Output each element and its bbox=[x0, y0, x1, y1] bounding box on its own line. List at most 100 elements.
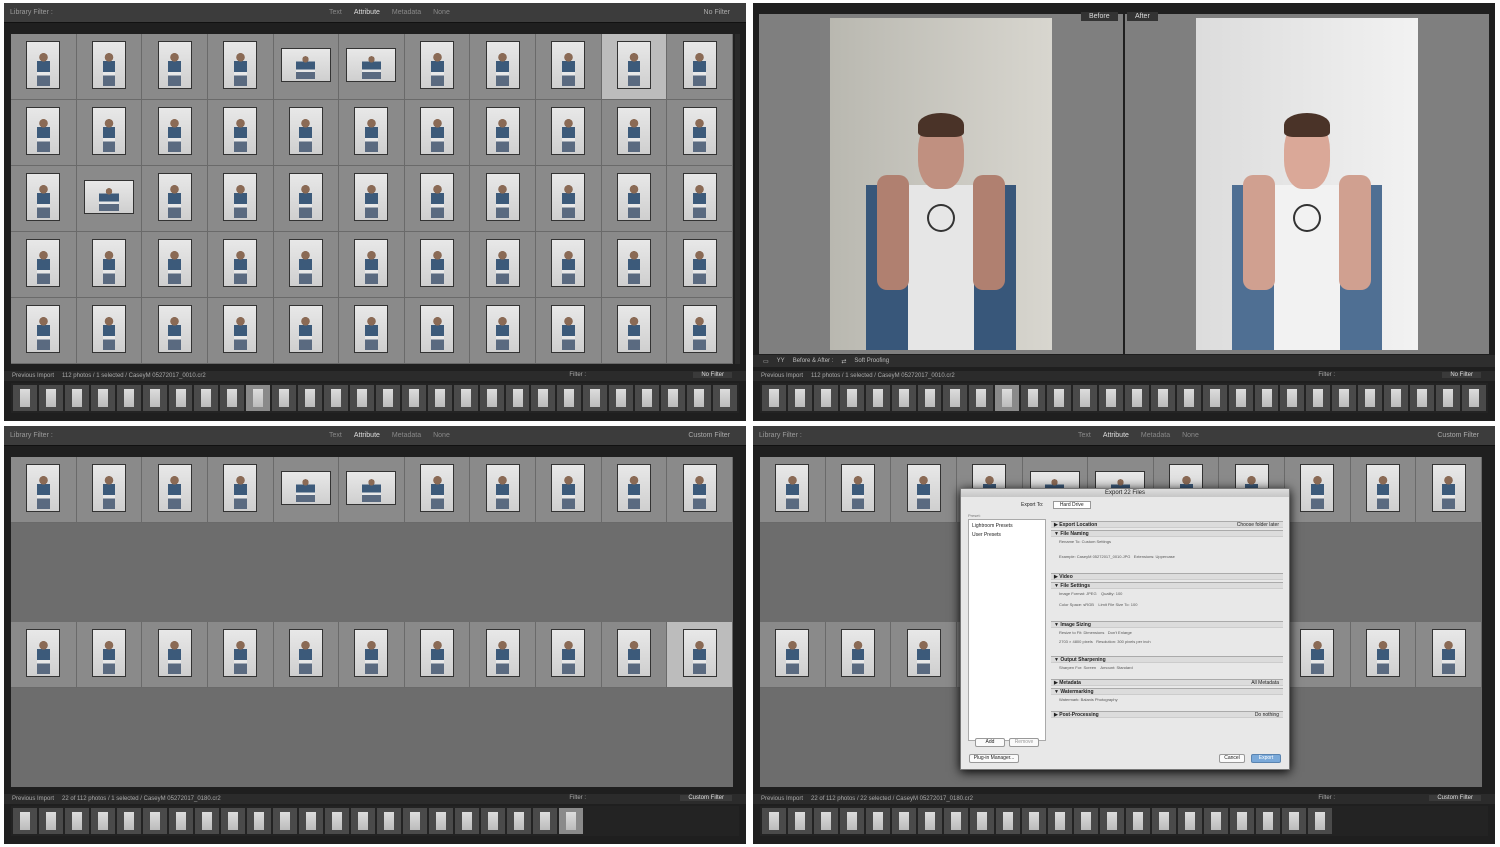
grid-cell[interactable] bbox=[1285, 457, 1351, 523]
section-post-processing[interactable]: ▶ Post-Processing Do nothing bbox=[1051, 711, 1283, 718]
filmstrip-thumbnail[interactable] bbox=[762, 808, 786, 834]
grid-cell[interactable] bbox=[825, 457, 892, 523]
grid-cell[interactable] bbox=[891, 457, 957, 523]
filmstrip-thumbnail[interactable] bbox=[1022, 808, 1046, 834]
filmstrip-thumbnail[interactable] bbox=[427, 385, 452, 411]
add-preset-button[interactable]: Add bbox=[975, 738, 1005, 747]
grid-cell[interactable] bbox=[76, 457, 143, 523]
grid-cell[interactable] bbox=[273, 298, 340, 364]
grid-cell[interactable] bbox=[536, 298, 602, 364]
remove-preset-button[interactable]: Remove bbox=[1009, 738, 1039, 747]
section-video[interactable]: ▶ Video bbox=[1051, 573, 1283, 580]
grid-cell[interactable] bbox=[601, 34, 668, 100]
grid-cell[interactable] bbox=[76, 298, 143, 364]
grid-cell[interactable] bbox=[667, 166, 733, 232]
resize-select[interactable]: Dimensions bbox=[1083, 630, 1104, 635]
color-space-select[interactable]: sRGB bbox=[1083, 602, 1094, 607]
filmstrip-thumbnail[interactable] bbox=[1202, 385, 1227, 411]
filmstrip-thumbnail[interactable] bbox=[969, 385, 994, 411]
filmstrip-thumbnail[interactable] bbox=[247, 808, 271, 834]
filmstrip-thumbnail[interactable] bbox=[813, 385, 838, 411]
filmstrip-thumbnail[interactable] bbox=[866, 808, 890, 834]
filmstrip-thumbnail[interactable] bbox=[533, 808, 557, 834]
tab-text[interactable]: Text bbox=[329, 9, 342, 16]
filter-select[interactable]: No Filter bbox=[693, 372, 732, 378]
grid-cell[interactable] bbox=[142, 100, 208, 166]
filmstrip-thumbnail[interactable] bbox=[840, 808, 864, 834]
filmstrip-thumbnail[interactable] bbox=[273, 808, 297, 834]
grid-cell[interactable] bbox=[1416, 622, 1482, 688]
filter-select[interactable]: No Filter bbox=[1442, 372, 1481, 378]
ba-mode-icon[interactable]: YY bbox=[777, 358, 785, 364]
filter-preset[interactable]: No Filter bbox=[704, 9, 730, 16]
grid-cell[interactable] bbox=[142, 166, 208, 232]
watermark-checkbox[interactable]: Watermark: bbox=[1059, 697, 1080, 702]
filmstrip-thumbnail[interactable] bbox=[351, 808, 375, 834]
tab-none[interactable]: None bbox=[1182, 432, 1199, 439]
filmstrip-thumbnail[interactable] bbox=[1176, 385, 1201, 411]
grid-cell[interactable] bbox=[273, 100, 340, 166]
filmstrip-thumbnail[interactable] bbox=[117, 808, 141, 834]
filmstrip-thumbnail[interactable] bbox=[1047, 385, 1072, 411]
filmstrip-thumbnail[interactable] bbox=[13, 385, 37, 411]
grid-cell[interactable] bbox=[11, 457, 77, 523]
filmstrip-thumbnail[interactable] bbox=[453, 385, 478, 411]
grid-cell[interactable] bbox=[470, 232, 537, 298]
filmstrip-thumbnail[interactable] bbox=[298, 385, 323, 411]
grid-cell[interactable] bbox=[142, 298, 208, 364]
grid-cell[interactable] bbox=[339, 298, 405, 364]
filmstrip-thumbnail[interactable] bbox=[324, 385, 348, 411]
filmstrip-thumbnail[interactable] bbox=[839, 385, 864, 411]
grid-cell[interactable] bbox=[404, 232, 471, 298]
resize-checkbox[interactable]: Resize to Fit: bbox=[1059, 630, 1082, 635]
dont-enlarge-checkbox[interactable]: Don't Enlarge bbox=[1108, 630, 1132, 635]
tab-none[interactable]: None bbox=[433, 432, 450, 439]
filmstrip-thumbnail[interactable] bbox=[143, 808, 167, 834]
filmstrip-thumbnail[interactable] bbox=[892, 808, 916, 834]
filmstrip-thumbnail[interactable] bbox=[455, 808, 479, 834]
filmstrip-thumbnail[interactable] bbox=[1280, 385, 1305, 411]
filmstrip-thumbnail[interactable] bbox=[1152, 808, 1176, 834]
grid-cell[interactable] bbox=[667, 100, 733, 166]
grid-cell[interactable] bbox=[339, 34, 405, 100]
grid-cell[interactable] bbox=[142, 457, 208, 523]
filmstrip-thumbnail[interactable] bbox=[944, 808, 968, 834]
filmstrip-thumbnail[interactable] bbox=[686, 385, 711, 411]
filmstrip-thumbnail[interactable] bbox=[168, 385, 193, 411]
grid-cell[interactable] bbox=[470, 457, 537, 523]
grid-cell[interactable] bbox=[470, 166, 537, 232]
grid-cell[interactable] bbox=[536, 166, 602, 232]
filmstrip-thumbnail[interactable] bbox=[1282, 808, 1306, 834]
grid-scrollbar[interactable] bbox=[735, 34, 740, 364]
filmstrip-thumbnail[interactable] bbox=[583, 385, 608, 411]
filmstrip-thumbnail[interactable] bbox=[1254, 385, 1279, 411]
export-button[interactable]: Export bbox=[1251, 754, 1281, 763]
filmstrip-thumbnail[interactable] bbox=[891, 385, 916, 411]
grid-cell[interactable] bbox=[273, 166, 340, 232]
filmstrip-thumbnail[interactable] bbox=[220, 385, 245, 411]
filmstrip-thumbnail[interactable] bbox=[1410, 385, 1434, 411]
grid-cell[interactable] bbox=[76, 232, 143, 298]
grid-cell[interactable] bbox=[536, 457, 602, 523]
filmstrip-thumbnail[interactable] bbox=[64, 385, 89, 411]
filmstrip-thumbnail[interactable] bbox=[1256, 808, 1280, 834]
filmstrip[interactable] bbox=[760, 806, 1488, 836]
filmstrip-thumbnail[interactable] bbox=[1332, 385, 1357, 411]
filmstrip-thumbnail[interactable] bbox=[195, 808, 219, 834]
grid-cell[interactable] bbox=[601, 298, 668, 364]
grid-cell[interactable] bbox=[207, 622, 274, 688]
filmstrip-thumbnail[interactable] bbox=[1124, 385, 1149, 411]
filmstrip-thumbnail[interactable] bbox=[762, 385, 786, 411]
grid-cell[interactable] bbox=[207, 232, 274, 298]
grid-cell[interactable] bbox=[11, 298, 77, 364]
grid-cell[interactable] bbox=[667, 232, 733, 298]
source-label[interactable]: Previous Import bbox=[761, 796, 803, 802]
filmstrip-thumbnail[interactable] bbox=[13, 808, 37, 834]
grid-cell[interactable] bbox=[470, 34, 537, 100]
grid-cell[interactable] bbox=[207, 298, 274, 364]
grid-cell[interactable] bbox=[404, 298, 471, 364]
filmstrip-thumbnail[interactable] bbox=[661, 385, 685, 411]
tab-text[interactable]: Text bbox=[329, 432, 342, 439]
width-input[interactable]: 2703 bbox=[1059, 639, 1068, 644]
section-file-naming[interactable]: ▼ File Naming bbox=[1051, 530, 1283, 537]
